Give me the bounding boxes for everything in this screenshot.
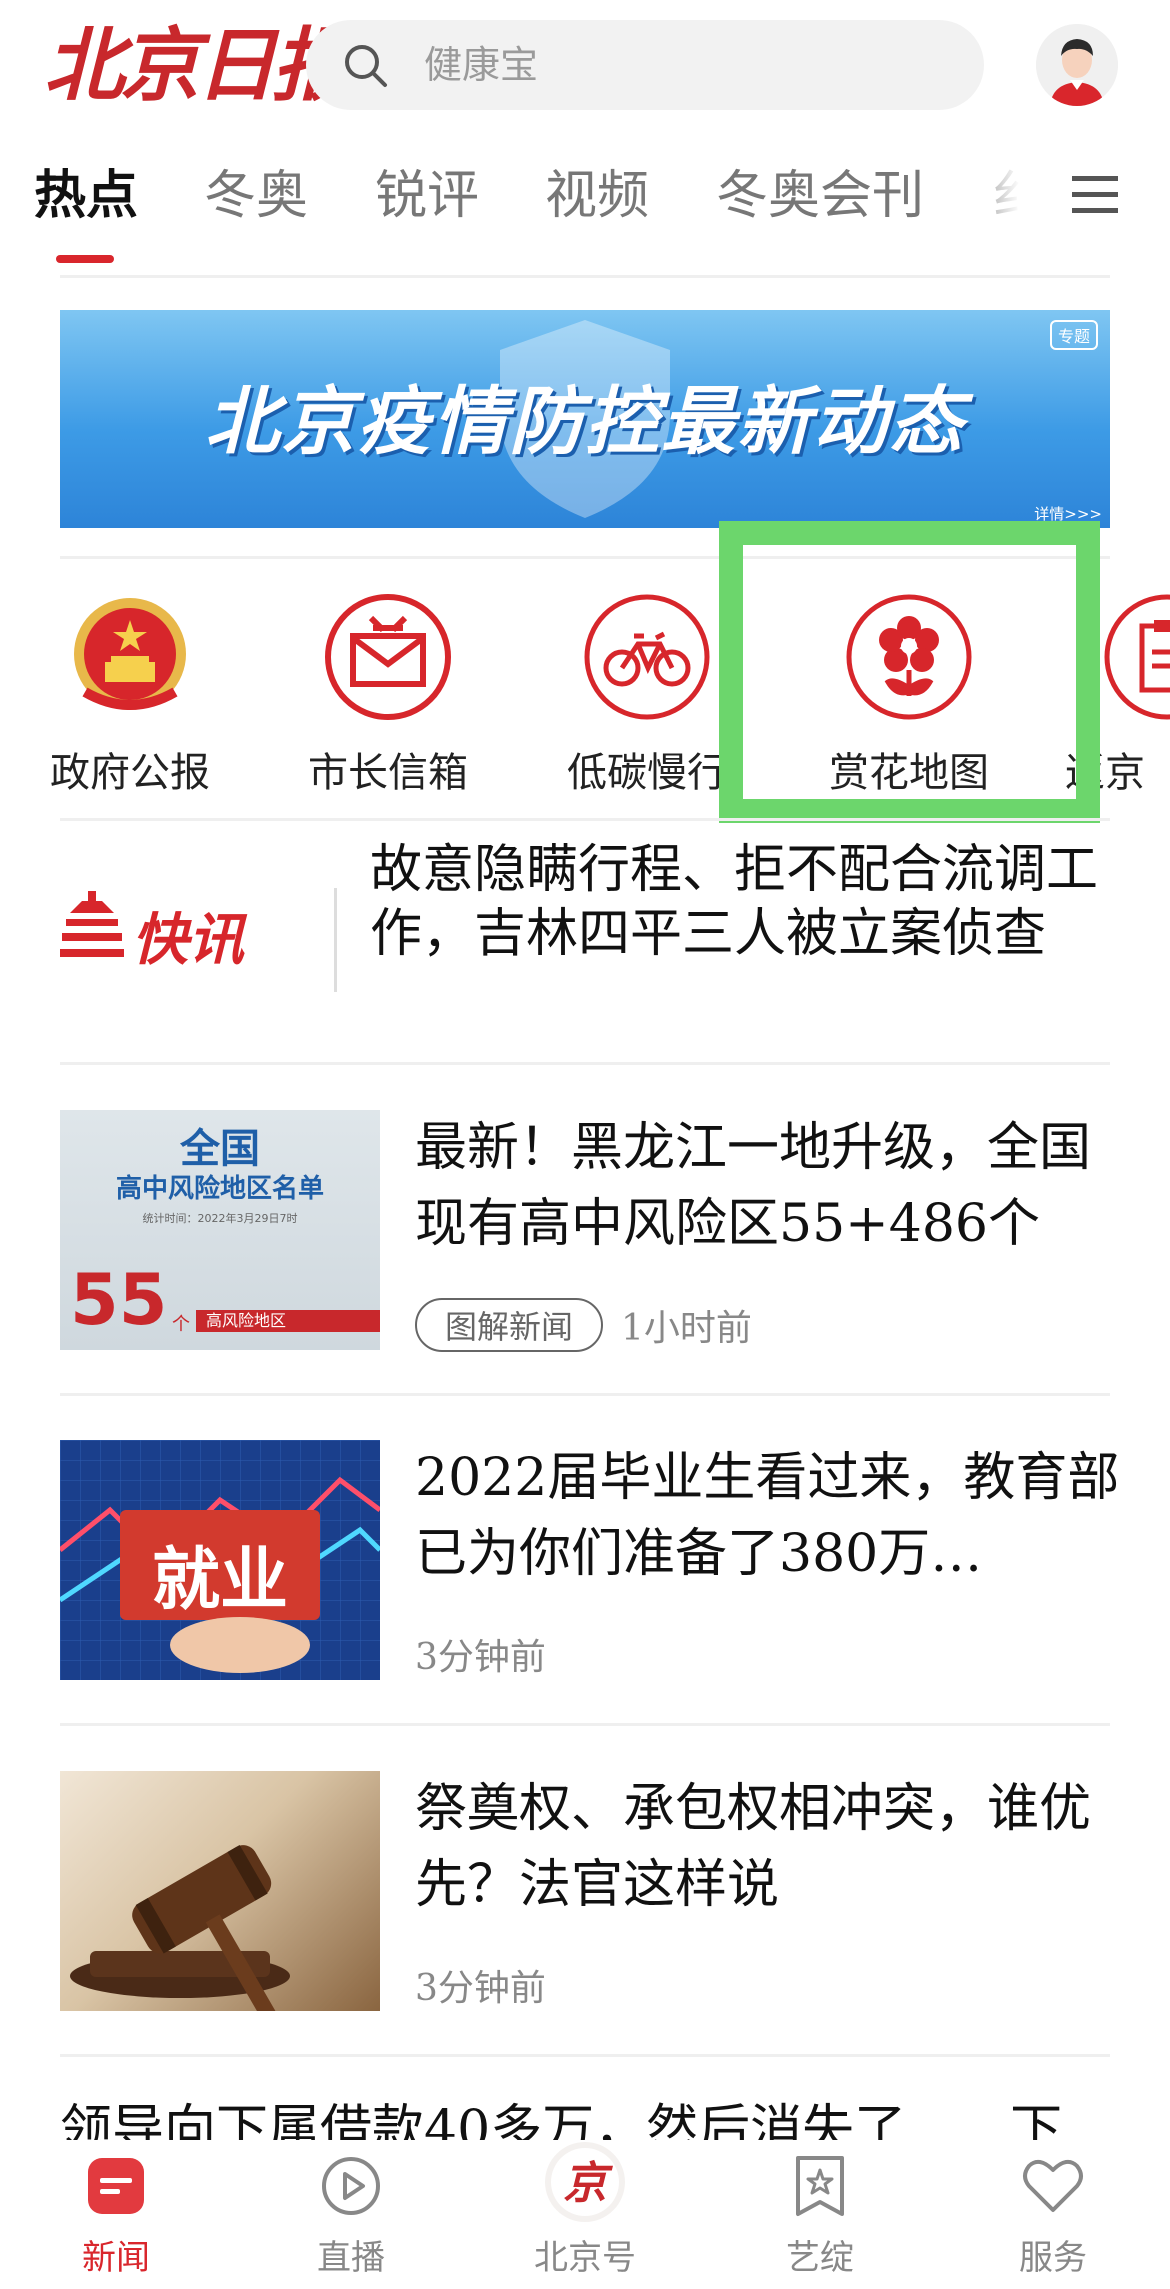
menu-icon[interactable] — [1070, 172, 1120, 218]
flash-separator — [334, 888, 337, 992]
app-logo[interactable]: 北京日报 — [44, 10, 352, 120]
nav-live[interactable]: 直播 — [271, 2154, 431, 2279]
news-title: 祭奠权、承包权相冲突，谁优先？法官这样说 — [415, 1779, 1092, 1915]
thumb-text: 高风险地区 — [196, 1310, 380, 1332]
user-avatar-icon — [1036, 24, 1118, 106]
nav-beijing-account[interactable]: 京 北京号 — [505, 2140, 665, 2279]
flash-title: 故意隐瞒行程、拒不配合流调工作，吉林四平三人被立案侦查 — [370, 840, 1099, 964]
news-item[interactable]: 祭奠权、承包权相冲突，谁优先？法官这样说 3分钟前 — [60, 1771, 1110, 2011]
heart-icon — [1023, 2159, 1083, 2212]
news-item[interactable]: 就业 2022届毕业生看过来，教育部已为你们准备了380万… 3分钟前 — [60, 1440, 1119, 1680]
thumb-text: 个 — [172, 1314, 190, 1335]
tab-olympics-journal[interactable]: 冬奥会刊 — [716, 164, 924, 228]
search-icon — [345, 45, 387, 87]
flash-logo: 快讯 — [60, 855, 310, 1015]
beijing-logo-icon: 京 — [545, 2142, 625, 2222]
news-time: 3分钟前 — [415, 1968, 546, 2009]
tab-winter-olympics[interactable]: 冬奥 — [204, 164, 308, 228]
nav-label: 北京号 — [534, 2238, 636, 2278]
news-icon — [88, 2158, 144, 2214]
divider — [60, 2054, 1110, 2057]
active-tab-indicator — [56, 255, 114, 263]
news-time: 3分钟前 — [415, 1637, 546, 1678]
thumb-text: 全国 — [180, 1126, 260, 1172]
mail-icon — [325, 594, 451, 720]
news-title: 2022届毕业生看过来，教育部已为你们准备了380万… — [415, 1448, 1120, 1584]
play-icon — [322, 2157, 380, 2215]
tab-commentary[interactable]: 锐评 — [375, 164, 479, 228]
header: 北京日报 健康宝 — [0, 0, 1170, 130]
tab-fade — [960, 150, 1020, 240]
news-item[interactable]: 全国 高中风险地区名单 统计时间：2022年3月29日7时 55 个 高风险地区… — [60, 1110, 1110, 1352]
news-meta: 3分钟前 — [415, 1959, 546, 2011]
star-bookmark-icon — [796, 2156, 844, 2216]
channel-tabs: 热点 冬奥 锐评 视频 冬奥会刊 纟 — [0, 150, 1170, 275]
nav-news[interactable]: 新闻 — [36, 2154, 196, 2279]
news-meta: 3分钟前 — [415, 1628, 546, 1680]
service-mayor-mailbox[interactable]: 市长信箱 — [278, 592, 498, 798]
news-meta: 图解新闻 1小时前 — [415, 1298, 752, 1352]
thumb-text: 统计时间：2022年3月29日7时 — [142, 1212, 298, 1225]
divider — [60, 1723, 1110, 1726]
news-thumbnail — [60, 1771, 380, 2011]
nav-label: 直播 — [317, 2238, 385, 2278]
divider — [60, 1062, 1110, 1065]
thumb-text: 高中风险地区名单 — [115, 1174, 324, 1204]
banner-tag: 专题 — [1049, 320, 1098, 350]
tab-hot[interactable]: 热点 — [34, 164, 138, 228]
search-bar[interactable]: 健康宝 — [306, 20, 984, 110]
service-gov-gazette[interactable]: 政府公报 — [20, 592, 240, 798]
nav-label: 艺绽 — [786, 2238, 854, 2278]
tab-video[interactable]: 视频 — [545, 164, 649, 228]
nav-yizhan[interactable]: 艺绽 — [740, 2154, 900, 2279]
service-label: 政府公报 — [50, 750, 210, 796]
gavel-icon — [70, 1845, 290, 2011]
search-placeholder: 健康宝 — [424, 43, 539, 87]
avatar[interactable] — [1036, 24, 1118, 106]
banner-title: 北京疫情防控最新动态 — [205, 379, 965, 465]
news-thumbnail: 全国 高中风险地区名单 统计时间：2022年3月29日7时 55 个 高风险地区 — [60, 1110, 380, 1350]
news-tag[interactable]: 图解新闻 — [415, 1298, 604, 1352]
nav-label: 服务 — [1019, 2238, 1087, 2278]
svg-text:京: 京 — [563, 2158, 613, 2209]
service-label: 市长信箱 — [308, 750, 468, 796]
news-title: 最新！黑龙江一地升级，全国现有高中风险区55+486个 — [415, 1118, 1092, 1254]
divider — [60, 1393, 1110, 1396]
thumb-number: 55 — [70, 1259, 168, 1341]
news-title-partial[interactable]: 领导向下属借款40多万，然后消失了……下 — [60, 2098, 1130, 2146]
news-thumbnail: 就业 — [60, 1440, 380, 1680]
bicycle-icon — [584, 594, 710, 720]
national-emblem-icon — [74, 598, 186, 710]
news-time: 1小时前 — [621, 1308, 752, 1349]
nav-service[interactable]: 服务 — [973, 2154, 1133, 2279]
bottom-navigation: 新闻 直播 京 北京号 艺绽 服务 — [0, 2140, 1170, 2289]
highlight-box — [719, 521, 1100, 823]
epidemic-banner[interactable]: 北京疫情防控最新动态 专题 详情>>> — [60, 310, 1110, 528]
clipboard-icon — [1104, 594, 1170, 720]
thumb-text: 就业 — [151, 1541, 288, 1620]
divider — [60, 275, 1110, 278]
nav-label: 新闻 — [82, 2238, 150, 2278]
flash-logo-text: 快讯 — [132, 908, 244, 973]
flash-news[interactable]: 快讯 故意隐瞒行程、拒不配合流调工作，吉林四平三人被立案侦查 — [60, 820, 1110, 1055]
